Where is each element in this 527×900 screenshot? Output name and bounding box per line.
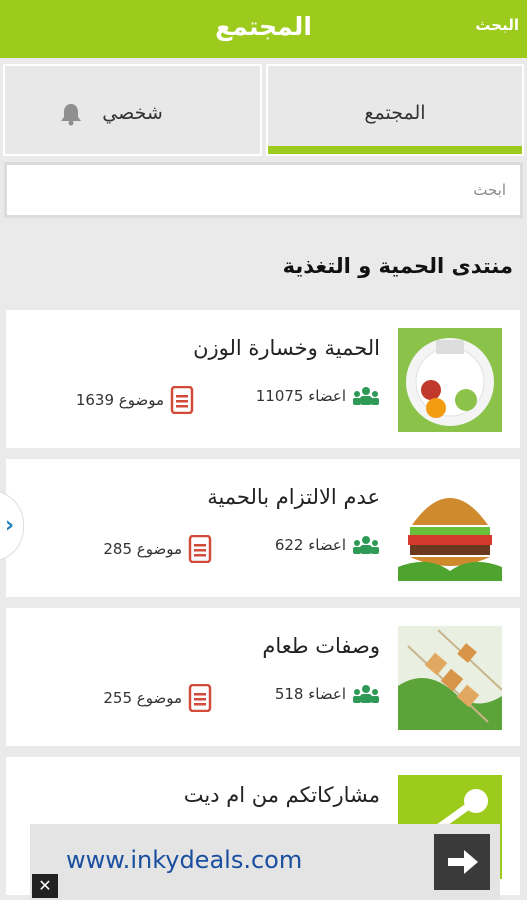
search-input[interactable] [7, 165, 520, 215]
tab-community[interactable]: المجتمع [266, 64, 524, 156]
topics-count: 1639 موضوع [76, 386, 194, 414]
section-title: منتدى الحمية و التغذية [282, 254, 513, 278]
forum-title: وصفات طعام [262, 634, 380, 658]
forum-card[interactable]: وصفات طعام 518 اعضاء 255 موضوع [6, 608, 520, 746]
members-label: 11075 اعضاء [255, 387, 346, 405]
people-icon [353, 536, 379, 554]
forum-thumbnail [398, 626, 502, 730]
tab-community-label: المجتمع [364, 102, 426, 124]
search-link[interactable]: البحث [475, 16, 519, 34]
ad-link[interactable]: www.inkydeals.com [66, 846, 302, 874]
topics-label: 1639 موضوع [75, 391, 164, 409]
tab-active-indicator [268, 146, 522, 154]
forum-thumbnail [398, 477, 502, 581]
document-icon [170, 386, 194, 414]
members-count: 622 اعضاء [275, 535, 380, 555]
people-icon [353, 387, 379, 405]
forum-thumbnail [398, 328, 502, 432]
forum-title: مشاركاتكم من ام ديت [183, 783, 380, 807]
document-icon [188, 535, 212, 563]
topics-count: 255 موضوع [103, 684, 212, 712]
people-icon [353, 685, 379, 703]
members-count: 518 اعضاء [275, 684, 380, 704]
topics-label: 285 موضوع [103, 540, 182, 558]
members-label: 622 اعضاء [274, 536, 346, 554]
ad-close-button[interactable]: ✕ [32, 874, 58, 898]
tab-personal[interactable]: شخصي [3, 64, 262, 156]
forum-card[interactable]: عدم الالتزام بالحمية 622 اعضاء 285 موضوع [6, 459, 520, 597]
forum-title: عدم الالتزام بالحمية [207, 485, 380, 509]
forum-card[interactable]: الحمية وخسارة الوزن 11075 اعضاء 1639 موض… [6, 310, 520, 448]
members-count: 11075 اعضاء [256, 386, 380, 406]
chevron-right-icon: › [5, 513, 15, 538]
tab-bar: شخصي المجتمع [0, 64, 527, 156]
forum-title: الحمية وخسارة الوزن [193, 336, 380, 360]
document-icon [188, 684, 212, 712]
ad-banner[interactable]: www.inkydeals.com [30, 824, 500, 900]
topics-count: 285 موضوع [103, 535, 212, 563]
search-box [4, 162, 523, 218]
arrow-right-icon[interactable] [434, 834, 490, 890]
members-label: 518 اعضاء [274, 685, 346, 703]
top-bar: المجتمع البحث [0, 0, 527, 58]
topics-label: 255 موضوع [103, 689, 182, 707]
tab-personal-label: شخصي [102, 102, 163, 124]
page-title: المجتمع [215, 12, 312, 41]
